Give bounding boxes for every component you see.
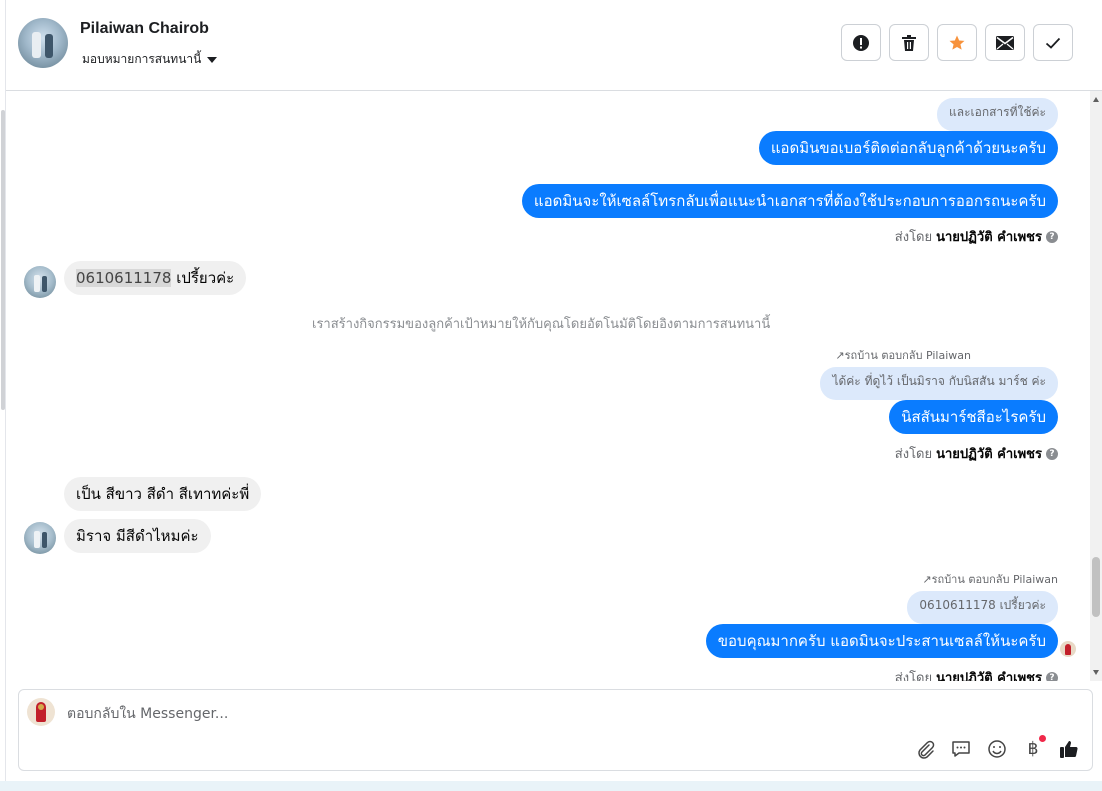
trash-icon [902,34,916,51]
scroll-up-arrow-icon[interactable] [1093,97,1099,102]
payment-icon: ฿ [1027,739,1039,759]
message-text: เปรี้ยวค่ะ [171,269,235,287]
mark-unread-button[interactable] [985,24,1025,61]
sent-by-prefix: ส่งโดย [894,230,933,245]
reply-arrow-icon: ↗ [922,573,932,586]
scrollbar-thumb[interactable] [1092,557,1100,617]
sent-by-label: ส่งโดย นายปฏิวัติ คำเพชร ? [895,226,1058,247]
sent-by-prefix: ส่งโดย [894,671,933,681]
contact-avatar[interactable] [18,18,68,68]
incoming-message[interactable]: 0610611178 เปรี้ยวค่ะ [64,261,247,295]
sent-by-label: ส่งโดย นายปฏิวัติ คำเพชร ? [895,667,1058,681]
incoming-message[interactable]: มิราจ มีสีดำไหมค่ะ [64,519,211,553]
message-list[interactable]: และเอกสารที่ใช้ค่ะ แอดมินขอเบอร์ติดต่อกล… [6,91,1102,681]
quoted-message: ได้ค่ะ ที่ดูไว้ เป็นมิราจ กับนิสสัน มาร์… [820,367,1058,400]
outgoing-message[interactable]: นิสสันมาร์ชสีอะไรครับ [889,400,1058,434]
help-icon[interactable]: ? [1046,447,1058,460]
system-notice: เราสร้างกิจกรรมของลูกค้าเป้าหมายให้กับคุ… [312,317,771,332]
left-scrollbar-thumb[interactable] [1,110,5,410]
reply-note: ↗รถบ้าน ตอบกลับ Pilaiwan [922,570,1058,588]
sent-by-name: นายปฏิวัติ คำเพชร [936,447,1042,462]
page-avatar [27,698,55,726]
reply-input[interactable] [67,702,947,726]
star-button[interactable] [937,24,977,61]
quoted-message: 0610611178 เปรี้ยวค่ะ [907,591,1058,624]
sent-by-name: นายปฏิวัติ คำเพชร [936,671,1042,681]
composer-tools: ฿ [914,735,1080,760]
outgoing-message[interactable]: แอดมินขอเบอร์ติดต่อกลับลูกค้าด้วยนะครับ [758,131,1058,165]
contact-avatar-small[interactable] [24,522,56,554]
assign-label: มอบหมายการสนทนานี้ [82,52,202,66]
saved-reply-icon [952,741,970,757]
delete-button[interactable] [889,24,929,61]
contact-avatar-small[interactable] [24,266,56,298]
emoji-button[interactable] [986,738,1008,760]
payment-button[interactable]: ฿ [1022,735,1046,760]
help-icon[interactable]: ? [1046,230,1058,243]
outgoing-message[interactable]: ขอบคุณมากครับ แอดมินจะประสานเซลล์ให้นะคร… [705,624,1058,658]
incoming-message[interactable]: เป็น สีขาว สีดำ สีเทาทค่ะพี่ [64,477,262,511]
mark-done-button[interactable] [1033,24,1073,61]
contact-name[interactable]: Pilaiwan Chairob [80,20,209,38]
mail-icon [996,35,1014,50]
sent-by-label: ส่งโดย นายปฏิวัติ คำเพชร ? [895,443,1058,464]
quoted-message: และเอกสารที่ใช้ค่ะ [936,98,1058,131]
bottom-strip [0,781,1102,791]
reply-arrow-icon: ↗ [835,349,845,362]
alert-icon [853,34,869,51]
conversation-header: Pilaiwan Chairob มอบหมายการสนทนานี้ [6,0,1102,91]
assign-conversation-dropdown[interactable]: มอบหมายการสนทนานี้ [82,50,218,69]
emoji-icon [988,740,1006,758]
messenger-inbox: Pilaiwan Chairob มอบหมายการสนทนานี้ และเ… [0,0,1102,791]
reply-note-text: รถบ้าน ตอบกลับ Pilaiwan [844,349,971,362]
reply-note-text: รถบ้าน ตอบกลับ Pilaiwan [931,573,1058,586]
outgoing-message[interactable]: แอดมินจะให้เซลล์โทรกลับเพื่อแนะนำเอกสารท… [521,184,1058,218]
message-scrollbar[interactable] [1090,91,1102,681]
star-icon [949,35,965,50]
seen-avatar [1060,641,1076,657]
attachment-button[interactable] [914,738,936,760]
sent-by-name: นายปฏิวัติ คำเพชร [936,230,1042,245]
help-icon[interactable]: ? [1046,671,1058,681]
chevron-down-icon [207,56,218,63]
check-icon [1045,37,1061,49]
attachment-icon [918,740,935,759]
reply-composer: ฿ [18,689,1093,771]
like-icon [1060,741,1078,758]
reply-note: ↗รถบ้าน ตอบกลับ Pilaiwan [835,346,971,364]
spam-button[interactable] [841,24,881,61]
phone-number[interactable]: 0610611178 [76,269,172,287]
notification-dot [1039,735,1046,742]
like-button[interactable] [1058,738,1080,760]
header-actions [841,24,1073,61]
sent-by-prefix: ส่งโดย [894,447,933,462]
saved-replies-button[interactable] [950,738,972,760]
scroll-down-arrow-icon[interactable] [1093,670,1099,675]
